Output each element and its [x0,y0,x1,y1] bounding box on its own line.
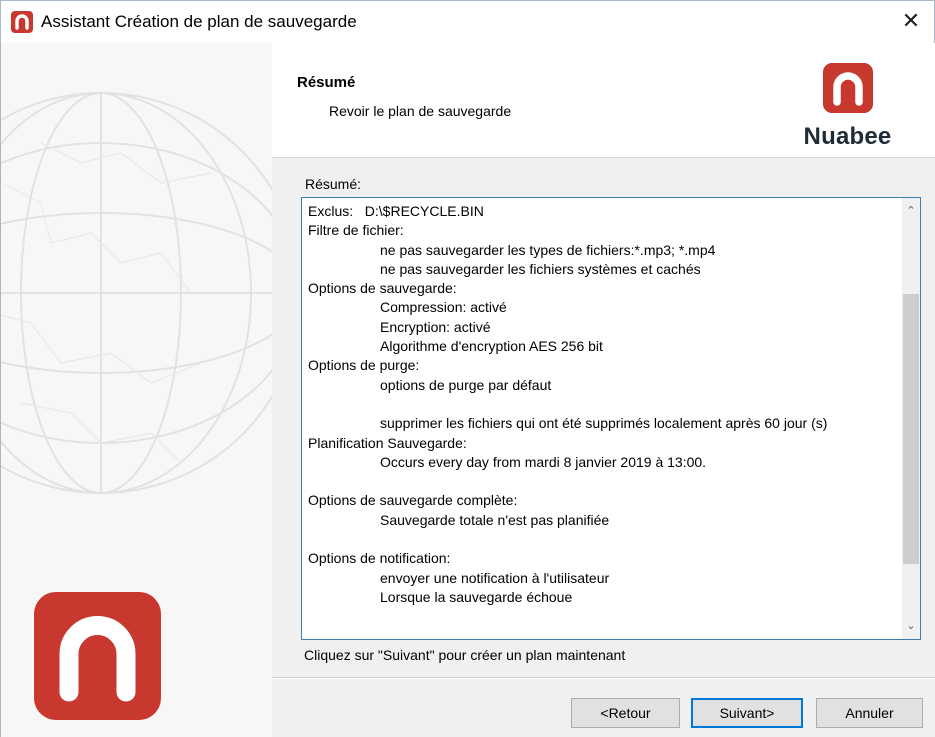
summary-content: Exclus: D:\$RECYCLE.BIN Filtre de fichier… [308,202,888,607]
summary-line: Options de notification: [308,550,451,567]
globe-watermark [1,92,272,494]
summary-line: Algorithme d'encryption AES 256 bit [380,338,603,355]
scroll-thumb[interactable] [903,294,919,564]
vertical-scrollbar[interactable]: ⌃ ⌄ [902,198,920,639]
summary-line: Exclus: D:\$RECYCLE.BIN [308,203,484,219]
chevron-up-icon: ⌃ [906,205,916,217]
page-title: Résumé [297,74,356,91]
summary-line: Options de sauvegarde: [308,280,457,297]
close-icon: ✕ [901,8,921,33]
summary-line: Filtre de fichier: [308,222,404,239]
close-button[interactable]: ✕ [888,1,934,43]
nuabee-logo-large-icon [34,592,161,720]
scroll-down-button[interactable]: ⌄ [902,615,920,639]
summary-line [308,472,888,491]
wizard-sidebar [1,43,272,737]
title-bar: Assistant Création de plan de sauvegarde… [1,1,934,43]
summary-line: ne pas sauvegarder les types de fichiers… [380,241,716,258]
summary-line: Planification Sauvegarde: [308,434,467,451]
window-title: Assistant Création de plan de sauvegarde [41,12,357,31]
summary-line: options de purge par défaut [380,376,552,393]
summary-line: Options de sauvegarde complète: [308,492,518,509]
scroll-up-button[interactable]: ⌃ [902,198,920,222]
summary-textbox[interactable]: Exclus: D:\$RECYCLE.BIN Filtre de fichier… [301,197,921,640]
summary-line: Occurs every day from mardi 8 janvier 20… [380,453,707,470]
summary-line: Lorsque la sauvegarde échoue [380,588,573,605]
nuabee-logo-icon [11,11,33,33]
brand-logo: Nuabee [780,63,915,151]
summary-line: envoyer une notification à l'utilisateur [380,569,610,586]
summary-line: Sauvegarde totale n'est pas planifiée [380,511,610,528]
summary-line [308,395,888,414]
next-button[interactable]: Suivant> [691,698,803,728]
summary-line: Options de purge: [308,357,420,374]
back-button[interactable]: <Retour [571,698,680,728]
summary-label: Résumé: [305,176,362,192]
wizard-window: Assistant Création de plan de sauvegarde… [0,0,935,737]
summary-line [308,530,888,549]
chevron-down-icon: ⌄ [906,620,916,632]
instruction-text: Cliquez sur "Suivant" pour créer un plan… [304,647,626,663]
wizard-header: Résumé Revoir le plan de sauvegarde Nuab… [272,43,935,157]
wizard-body: Résumé: Exclus: D:\$RECYCLE.BIN Filtre de… [272,158,935,737]
summary-line: Compression: activé [380,299,507,316]
nuabee-logo-icon [823,63,873,113]
cancel-button[interactable]: Annuler [816,698,923,728]
footer-divider-highlight [272,678,935,679]
page-subtitle: Revoir le plan de sauvegarde [329,103,512,119]
summary-line: Encryption: activé [380,318,491,335]
brand-name: Nuabee [803,123,892,150]
summary-line: ne pas sauvegarder les fichiers systèmes… [380,260,701,277]
summary-line: supprimer les fichiers qui ont été suppr… [380,415,828,432]
